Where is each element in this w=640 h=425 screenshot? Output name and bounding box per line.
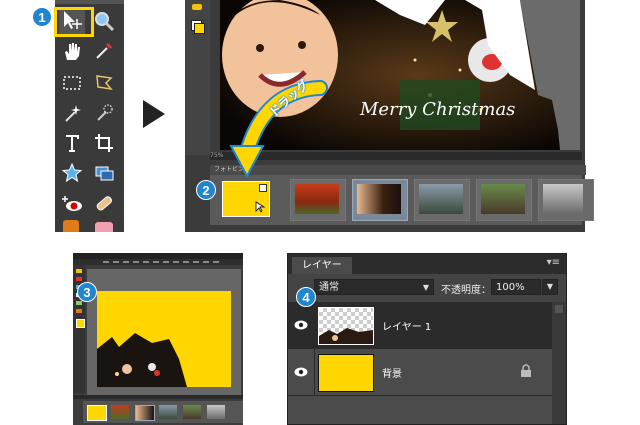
layers-options-bar: 通常 ▼ 不透明度： 100% ▼ [288,274,566,302]
hand-tool[interactable] [59,38,85,64]
drag-cursor-icon [255,201,266,213]
photo-thumbnail-autumn [295,184,339,214]
type-icon [66,135,79,152]
status-strip [73,395,243,399]
menu-items[interactable] [103,261,223,263]
photo-thumbnail-child [357,184,401,214]
layers-panel: レイヤー ▾≡ 通常 ▼ 不透明度： 100% ▼ レイヤー 1 背景 [287,253,567,425]
opacity-dropdown-button[interactable]: ▼ [542,279,558,295]
photo-thumbnail-outdoor [481,184,525,214]
photo-thumbnail-frame[interactable] [414,179,470,221]
crop-icon [95,134,113,152]
star-shape-icon [61,162,83,183]
photo-bin-mini [83,401,243,423]
type-tool[interactable] [59,130,85,156]
lasso-tool[interactable] [91,70,117,96]
step-badge-3: 3 [77,282,97,302]
photo-thumbnail-frame[interactable] [290,179,346,221]
toolbox-top-border [55,0,124,4]
menu-bar [73,259,243,265]
chevron-down-icon: ▼ [422,283,429,292]
step-badge-2: 2 [196,180,216,200]
healing-brush-tool[interactable] [91,190,117,216]
red-eye-icon [62,196,82,211]
eyedropper-icon [96,43,112,59]
rectangular-marquee-icon [63,76,81,90]
photo-thumbnail-group [419,184,463,214]
quick-selection-tool[interactable] [91,100,117,126]
marquee-tool[interactable] [59,70,85,96]
thumbnail-badge-icon [259,184,267,192]
layer1-photo-fragment [319,328,373,344]
opacity-label: 不透明度： [441,285,491,296]
photo-thumb-mini[interactable] [183,405,201,419]
opacity-input[interactable]: 100% [491,279,541,295]
layer-name: 背景 [382,369,402,380]
recompose-icon [95,166,114,181]
tool-icon[interactable] [76,277,82,281]
visibility-toggle[interactable] [288,302,315,348]
tool-icon[interactable] [76,301,82,305]
hand-icon [65,43,80,60]
tool-icon[interactable] [76,269,82,273]
selected-tool-highlight [54,7,94,37]
zoom-icon [95,12,115,32]
eye-icon [294,320,308,330]
crop-tool[interactable] [91,130,117,156]
cookie-cutter-tool[interactable] [59,160,85,186]
tool-options-icon[interactable] [192,4,202,10]
magic-wand-icon [65,105,81,122]
visibility-toggle[interactable] [288,349,315,395]
zoom-tool[interactable] [91,8,117,34]
photo-thumb-mini[interactable] [159,405,177,419]
photo-thumb-mini[interactable] [207,405,225,419]
zoom-level: 75% [210,152,224,159]
layer-row-background[interactable]: 背景 [288,349,552,396]
photo-thumb-mini[interactable] [135,405,155,421]
recompose-tool[interactable] [91,160,117,186]
photo-thumbnail-frame[interactable] [476,179,532,221]
yellow-layer-thumbnail[interactable] [222,181,270,217]
right-arrow-icon [143,100,165,128]
photo-thumbnail-frame-selected[interactable] [352,179,408,221]
color-swatch[interactable] [76,319,85,328]
lock-icon [521,364,531,377]
photo-thumbnail-building [543,184,583,214]
layers-tab[interactable]: レイヤー [292,257,352,274]
step-badge-4: 4 [296,287,316,307]
editor-window-result [73,253,243,425]
blend-mode-value: 通常 [319,282,339,293]
stamp-tool-partial[interactable] [63,220,79,232]
quick-selection-icon [97,104,113,121]
layers-scrollbar[interactable] [552,302,566,424]
foreground-color-swatch[interactable] [194,23,205,34]
polygonal-lasso-icon [96,75,113,91]
yellow-thumb-mini[interactable] [87,405,107,421]
photo-bin [210,175,594,225]
canvas-area [87,269,241,395]
eye-icon [294,367,308,377]
toolbox-panel [54,0,124,232]
photo-thumb-mini[interactable] [111,405,129,419]
eraser-tool-partial[interactable] [95,222,113,232]
background-thumbnail [318,354,374,392]
bandage-icon [96,196,112,211]
layers-tab-bar: レイヤー ▾≡ [288,254,566,274]
magic-wand-tool[interactable] [59,100,85,126]
layer-row-layer1[interactable]: レイヤー 1 [288,302,552,349]
editor-sidebar [185,0,210,155]
blend-mode-select[interactable]: 通常 ▼ [314,279,434,295]
photo-thumbnail-frame[interactable] [538,179,594,221]
scroll-up-arrow[interactable] [555,305,563,313]
photo-visible-through-cutout [97,333,187,387]
layer-name: レイヤー 1 [382,322,432,333]
tool-icon[interactable] [76,309,82,313]
panel-menu-icon[interactable]: ▾≡ [547,257,560,268]
step-badge-1: 1 [32,7,52,27]
layer1-thumbnail [318,307,374,345]
eyedropper-tool[interactable] [91,38,117,64]
red-eye-tool[interactable] [59,190,85,216]
